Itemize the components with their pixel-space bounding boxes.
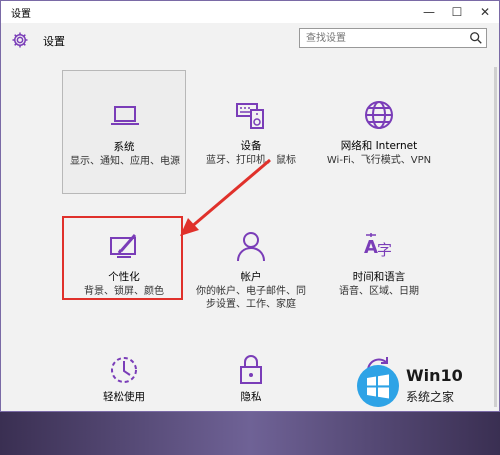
tile-system[interactable]: 系统 显示、通知、应用、电源 xyxy=(62,70,186,194)
window-controls: — ☐ ✕ xyxy=(415,1,499,23)
watermark: Win10 系统之家 xyxy=(356,360,500,412)
tile-privacy[interactable]: 隐私 xyxy=(189,331,313,455)
search-icon[interactable] xyxy=(469,31,483,45)
ease-of-access-icon xyxy=(111,357,137,383)
tile-accounts[interactable]: 帐户 你的帐户、电子邮件、同步设置、工作、家庭 xyxy=(189,201,313,325)
keyboard-speaker-icon xyxy=(236,103,264,129)
tile-description: 显示、通知、应用、电源 xyxy=(70,156,180,167)
tile-network[interactable]: 网络和 Internet Wi-Fi、飞行模式、VPN xyxy=(317,70,441,194)
laptop-icon xyxy=(111,106,139,125)
maximize-button[interactable]: ☐ xyxy=(443,1,471,23)
svg-text:字: 字 xyxy=(377,241,392,259)
tile-description: 你的帐户、电子邮件、同步设置、工作、家庭 xyxy=(196,286,306,310)
globe-icon xyxy=(365,101,393,129)
settings-window: 设置 — ☐ ✕ 设置 系统 显示、通 xyxy=(0,0,500,412)
gear-icon xyxy=(12,32,28,48)
tile-ease-of-access[interactable]: 轻松使用 xyxy=(62,331,186,455)
tile-name: 轻松使用 xyxy=(103,391,145,403)
tile-name: 网络和 Internet xyxy=(340,140,418,152)
tile-description: 蓝牙、打印机、鼠标 xyxy=(206,155,296,166)
person-icon xyxy=(237,232,265,262)
tile-description: 语音、区域、日期 xyxy=(339,286,419,297)
settings-header: 设置 xyxy=(1,23,499,63)
windows-logo-icon xyxy=(357,365,399,407)
scrollbar[interactable] xyxy=(494,67,497,407)
watermark-brand: Win10 xyxy=(406,366,463,385)
tile-time-language[interactable]: A 字 时间和语言 语音、区域、日期 xyxy=(317,201,441,325)
tile-name: 隐私 xyxy=(240,391,262,403)
tile-name: 时间和语言 xyxy=(352,271,406,283)
highlight-box xyxy=(62,216,183,300)
tile-name: 帐户 xyxy=(240,271,262,283)
minimize-button[interactable]: — xyxy=(415,1,443,23)
search-box[interactable] xyxy=(299,28,487,48)
svg-text:A: A xyxy=(364,237,378,258)
window-title: 设置 xyxy=(11,8,31,20)
tile-devices[interactable]: 设备 蓝牙、打印机、鼠标 xyxy=(189,70,313,194)
tile-name: 设备 xyxy=(240,140,262,152)
close-button[interactable]: ✕ xyxy=(471,1,499,23)
page-title: 设置 xyxy=(43,35,65,48)
tile-name: 系统 xyxy=(113,141,135,153)
tile-description: Wi-Fi、飞行模式、VPN xyxy=(326,155,432,166)
watermark-site: 系统之家 xyxy=(406,390,455,404)
time-language-icon: A 字 xyxy=(364,233,392,259)
title-bar: 设置 — ☐ ✕ xyxy=(1,1,499,23)
lock-icon xyxy=(240,355,262,384)
search-input[interactable] xyxy=(300,29,456,47)
